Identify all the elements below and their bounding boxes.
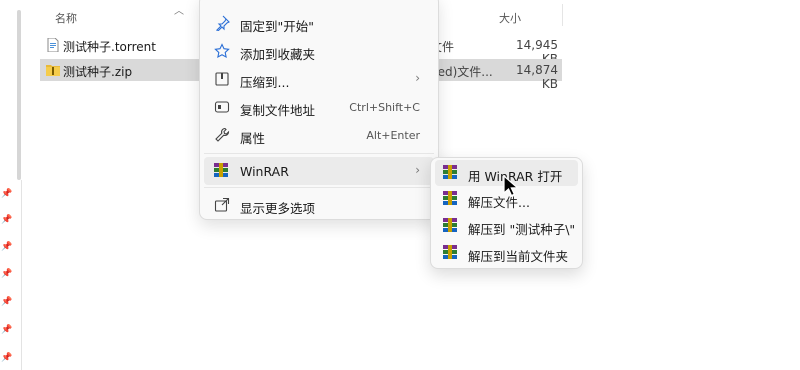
menu-item-winrar[interactable]: WinRAR › — [204, 157, 434, 185]
submenu-item-label: 解压到 "测试种子\" — [468, 222, 576, 237]
chevron-right-icon: › — [415, 163, 420, 177]
pin-icon: 📌 — [1, 189, 13, 199]
menu-divider — [204, 153, 434, 154]
shortcut-text: Ctrl+Shift+C — [349, 101, 420, 114]
menu-item-label: 复制文件地址 — [240, 103, 316, 118]
menu-item-label: 固定到"开始" — [240, 19, 314, 34]
menu-item-label: 添加到收藏夹 — [240, 47, 316, 62]
navigation-pane: 📌 📌 📌 📌 📌 📌 📌 — [0, 0, 24, 370]
pin-icon: 📌 — [1, 242, 13, 252]
file-name: 测试种子.zip — [63, 65, 133, 79]
star-icon — [214, 43, 230, 59]
winrar-icon — [443, 245, 459, 261]
submenu-item-extract-here[interactable]: 解压到当前文件夹 — [435, 240, 578, 266]
shortcut-text: Alt+Enter — [366, 129, 420, 142]
torrent-file-icon — [47, 38, 59, 52]
menu-item-label: 压缩到... — [240, 75, 290, 90]
column-size-header[interactable]: 大小 — [499, 10, 521, 26]
menu-item-add-to-favorites[interactable]: 添加到收藏夹 — [204, 37, 434, 65]
menu-item-properties[interactable]: 属性 Alt+Enter — [204, 121, 434, 149]
nav-divider — [21, 180, 22, 370]
menu-divider — [204, 187, 434, 188]
menu-item-label: 属性 — [240, 131, 266, 146]
wrench-icon — [215, 127, 230, 142]
submenu-item-label: 解压到当前文件夹 — [468, 249, 569, 264]
archive-icon — [215, 72, 229, 86]
winrar-icon — [443, 218, 459, 234]
winrar-icon — [443, 165, 459, 181]
pin-icon: 📌 — [1, 297, 13, 307]
winrar-icon — [214, 163, 230, 179]
file-size: 14,874 KB — [516, 63, 558, 91]
file-name: 测试种子.torrent — [63, 40, 156, 54]
menu-item-label: WinRAR — [240, 164, 289, 179]
sort-ascending-icon: ︿ — [174, 6, 184, 17]
copy-path-icon — [214, 101, 230, 113]
column-name-header[interactable]: 名称 — [55, 10, 77, 26]
winrar-submenu: 用 WinRAR 打开 解压文件... 解压到 "测试种子\" 解压到当前文件夹 — [430, 157, 583, 269]
pin-icon: 📌 — [1, 353, 13, 363]
menu-item-pin-to-start[interactable]: 固定到"开始" — [204, 9, 434, 37]
menu-item-compress-to[interactable]: 压缩到... › — [204, 65, 434, 93]
pin-icon — [216, 15, 230, 31]
zip-folder-icon — [46, 65, 60, 76]
winrar-icon — [443, 191, 459, 207]
submenu-item-label: 解压文件... — [468, 195, 530, 210]
context-menu: 固定到"开始" 添加到收藏夹 压缩到... › 复制文件地址 Ctrl+Shif… — [199, 0, 439, 220]
file-type: ped)文件... — [430, 65, 493, 79]
nav-scrollbar[interactable] — [17, 10, 21, 180]
show-more-icon — [214, 197, 230, 212]
mouse-cursor-icon — [503, 175, 519, 197]
pin-icon: 📌 — [1, 269, 13, 279]
submenu-item-extract-to-folder[interactable]: 解压到 "测试种子\" — [435, 213, 578, 239]
pin-icon: 📌 — [1, 325, 13, 335]
pin-icon: 📌 — [1, 215, 13, 225]
chevron-right-icon: › — [415, 71, 420, 85]
menu-item-copy-path[interactable]: 复制文件地址 Ctrl+Shift+C — [204, 93, 434, 121]
column-separator[interactable] — [562, 4, 563, 26]
menu-item-show-more-options[interactable]: 显示更多选项 — [204, 191, 434, 219]
menu-item-label: 显示更多选项 — [240, 201, 316, 216]
